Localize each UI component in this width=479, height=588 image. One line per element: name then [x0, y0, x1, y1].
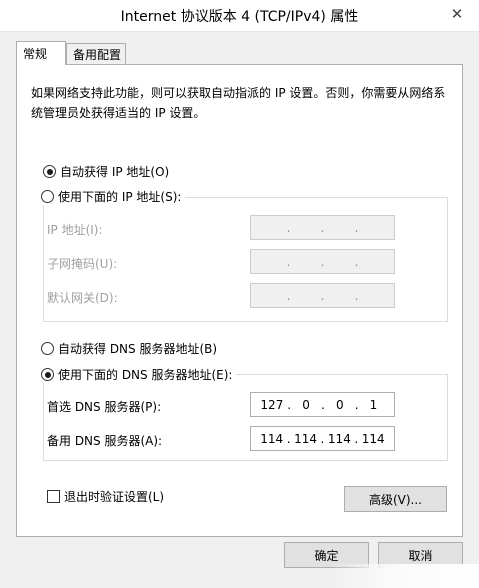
- adns-octet-4: 114: [361, 431, 385, 446]
- radio-manual-ip-indicator[interactable]: [41, 190, 54, 203]
- ip-address-label: IP 地址(I):: [47, 223, 103, 237]
- description-text: 如果网络支持此功能，则可以获取自动指派的 IP 设置。否则，你需要从网络系统管理…: [31, 86, 446, 120]
- validate-on-exit-checkbox[interactable]: 退出时验证设置(L): [47, 488, 164, 505]
- tab-general[interactable]: 常规: [16, 41, 66, 65]
- advanced-button[interactable]: 高级(V)...: [344, 486, 447, 512]
- ip-dot: .: [286, 220, 291, 235]
- adns-dot: .: [320, 431, 325, 446]
- radio-manual-ip-label: 使用下面的 IP 地址(S):: [58, 190, 182, 204]
- tab-alternate-configuration[interactable]: 备用配置: [66, 43, 126, 64]
- adns-dot: .: [354, 431, 359, 446]
- title-bar: Internet 协议版本 4 (TCP/IPv4) 属性 ✕: [0, 0, 479, 32]
- pdns-octet-2: 0: [302, 397, 310, 412]
- radio-auto-ip-label: 自动获得 IP 地址(O): [60, 165, 170, 179]
- close-icon: ✕: [450, 5, 464, 23]
- corner-watermark-overlay: [329, 564, 479, 588]
- radio-manual-dns-indicator[interactable]: [41, 368, 54, 381]
- ip-dot: .: [320, 220, 325, 235]
- radio-auto-dns[interactable]: 自动获得 DNS 服务器地址(B): [41, 340, 217, 357]
- adns-octet-3: 114: [327, 431, 351, 446]
- ip-address-input[interactable]: ...: [250, 215, 395, 240]
- preferred-dns-label: 首选 DNS 服务器(P):: [47, 400, 162, 414]
- ip-dot: .: [354, 220, 359, 235]
- window-title: Internet 协议版本 4 (TCP/IPv4) 属性: [120, 9, 359, 25]
- subnet-mask-label: 子网掩码(U):: [47, 257, 118, 271]
- pdns-octet-1: 127: [260, 397, 284, 412]
- radio-auto-ip[interactable]: 自动获得 IP 地址(O): [43, 163, 169, 180]
- mask-dot: .: [320, 254, 325, 269]
- default-gateway-label: 默认网关(D):: [47, 291, 118, 305]
- radio-auto-ip-indicator[interactable]: [43, 165, 56, 178]
- adns-octet-1: 114: [260, 431, 284, 446]
- mask-dot: .: [354, 254, 359, 269]
- pdns-dot: .: [320, 397, 325, 412]
- preferred-dns-input[interactable]: 127. 0. 0. 1: [250, 392, 395, 417]
- validate-on-exit-box[interactable]: [47, 490, 60, 503]
- gw-dot: .: [354, 288, 359, 303]
- general-tab-panel: 如果网络支持此功能，则可以获取自动指派的 IP 设置。否则，你需要从网络系统管理…: [16, 64, 463, 537]
- alternate-dns-label: 备用 DNS 服务器(A):: [47, 434, 163, 448]
- pdns-octet-3: 0: [335, 397, 344, 412]
- mask-dot: .: [286, 254, 291, 269]
- radio-manual-dns-label: 使用下面的 DNS 服务器地址(E):: [58, 368, 233, 382]
- alternate-dns-input[interactable]: 114. 114. 114. 114: [250, 426, 395, 451]
- gw-dot: .: [286, 288, 291, 303]
- pdns-dot: .: [354, 397, 359, 412]
- radio-auto-dns-indicator[interactable]: [41, 342, 54, 355]
- radio-manual-ip[interactable]: 使用下面的 IP 地址(S):: [41, 188, 186, 205]
- radio-auto-dns-label: 自动获得 DNS 服务器地址(B): [58, 342, 218, 356]
- adns-octet-2: 114: [294, 431, 317, 446]
- default-gateway-input[interactable]: ...: [250, 283, 395, 308]
- gw-dot: .: [320, 288, 325, 303]
- radio-manual-dns[interactable]: 使用下面的 DNS 服务器地址(E):: [41, 366, 237, 383]
- subnet-mask-input[interactable]: ...: [250, 249, 395, 274]
- pdns-octet-4: 1: [369, 397, 378, 412]
- validate-on-exit-label: 退出时验证设置(L): [64, 490, 165, 504]
- pdns-dot: .: [287, 397, 292, 412]
- close-button[interactable]: ✕: [445, 4, 469, 24]
- adns-dot: .: [286, 431, 291, 446]
